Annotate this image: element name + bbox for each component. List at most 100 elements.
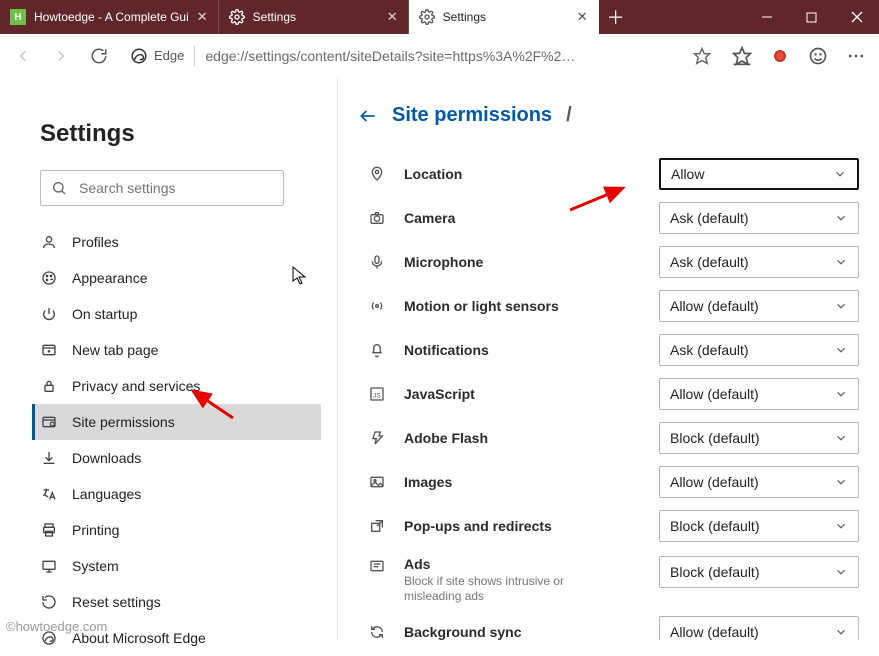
chevron-down-icon	[834, 519, 848, 533]
perm-ads: AdsBlock if site shows intrusive or misl…	[358, 548, 859, 610]
sidebar-item-site-permissions[interactable]: Site permissions	[32, 404, 321, 440]
sidebar-item-appearance[interactable]: Appearance	[32, 260, 321, 296]
sidebar-item-onstartup[interactable]: On startup	[32, 296, 321, 332]
forward-button[interactable]	[44, 39, 78, 73]
select-value: Allow (default)	[670, 624, 759, 640]
perm-label: Motion or light sensors	[404, 298, 645, 314]
select-value: Allow	[671, 166, 704, 182]
chevron-down-icon	[834, 211, 848, 225]
perm-select-javascript[interactable]: Allow (default)	[659, 378, 859, 410]
breadcrumb-link[interactable]: Site permissions	[392, 104, 552, 127]
favorite-star-icon[interactable]	[693, 47, 711, 65]
smiley-icon[interactable]	[801, 39, 835, 73]
content: Settings Profiles Appearance On startup …	[0, 78, 879, 640]
perm-select-sync[interactable]: Allow (default)	[659, 616, 859, 640]
extension-icon[interactable]	[763, 39, 797, 73]
favicon-howtoedge: H	[10, 9, 26, 25]
sidebar-item-languages[interactable]: Languages	[32, 476, 321, 512]
perm-label: JavaScript	[404, 386, 645, 402]
sidebar-item-newtab[interactable]: New tab page	[32, 332, 321, 368]
popup-icon	[358, 518, 390, 534]
perm-location: Location Allow	[358, 152, 859, 196]
url-text: edge://settings/content/siteDetails?site…	[205, 48, 683, 64]
sidebar-item-profiles[interactable]: Profiles	[32, 224, 321, 260]
new-tab-button[interactable]: ＋	[599, 0, 633, 34]
perm-select-ads[interactable]: Block (default)	[659, 556, 859, 588]
close-window-button[interactable]	[834, 0, 879, 34]
close-icon[interactable]: ✕	[197, 9, 208, 25]
perm-select-notifications[interactable]: Ask (default)	[659, 334, 859, 366]
main: Site permissions / Location Allow Camera…	[338, 78, 879, 640]
ads-icon	[358, 556, 390, 574]
back-button[interactable]	[6, 39, 40, 73]
perm-label: Pop-ups and redirects	[404, 518, 645, 534]
printer-icon	[40, 522, 58, 538]
sidebar-item-reset[interactable]: Reset settings	[32, 584, 321, 620]
perm-label: AdsBlock if site shows intrusive or misl…	[404, 556, 645, 604]
chevron-down-icon	[834, 431, 848, 445]
chevron-down-icon	[834, 343, 848, 357]
perm-select-location[interactable]: Allow	[659, 158, 859, 190]
search-settings[interactable]	[40, 170, 284, 206]
sidebar-item-printing[interactable]: Printing	[32, 512, 321, 548]
perm-select-flash[interactable]: Block (default)	[659, 422, 859, 454]
back-arrow-icon[interactable]	[358, 106, 378, 126]
refresh-button[interactable]	[82, 39, 116, 73]
close-icon[interactable]: ✕	[577, 9, 588, 25]
sidebar-item-label: Printing	[72, 522, 119, 538]
select-value: Allow (default)	[670, 298, 759, 314]
tab-settings-active[interactable]: Settings ✕	[409, 0, 599, 34]
minimize-button[interactable]	[744, 0, 789, 34]
engine-label: Edge	[154, 48, 184, 63]
sidebar-item-system[interactable]: System	[32, 548, 321, 584]
perm-javascript: JS JavaScript Allow (default)	[358, 372, 859, 416]
system-icon	[40, 558, 58, 574]
sidebar-item-label: Downloads	[72, 450, 141, 466]
sidebar-item-downloads[interactable]: Downloads	[32, 440, 321, 476]
search-icon	[51, 180, 67, 196]
tab-label: Howtoedge - A Complete Gui	[34, 10, 189, 24]
perm-label: Adobe Flash	[404, 430, 645, 446]
perm-background-sync: Background sync Allow (default)	[358, 610, 859, 640]
microphone-icon	[358, 254, 390, 270]
download-icon	[40, 450, 58, 466]
favorites-icon[interactable]	[725, 39, 759, 73]
chevron-down-icon	[833, 167, 847, 181]
perm-label: Images	[404, 474, 645, 490]
sync-icon	[358, 624, 390, 640]
select-value: Ask (default)	[670, 254, 749, 270]
address-bar[interactable]: Edge edge://settings/content/siteDetails…	[120, 39, 721, 73]
toolbar: Edge edge://settings/content/siteDetails…	[0, 34, 879, 78]
perm-select-images[interactable]: Allow (default)	[659, 466, 859, 498]
breadcrumb-separator: /	[566, 104, 572, 127]
power-icon	[40, 306, 58, 322]
perm-label-text: Ads	[404, 556, 430, 572]
tab-howtoedge[interactable]: H Howtoedge - A Complete Gui ✕	[0, 0, 219, 34]
sidebar-item-privacy[interactable]: Privacy and services	[32, 368, 321, 404]
search-input[interactable]	[77, 179, 273, 197]
perm-select-microphone[interactable]: Ask (default)	[659, 246, 859, 278]
close-icon[interactable]: ✕	[387, 9, 398, 25]
location-icon	[358, 166, 390, 182]
sidebar-item-label: New tab page	[72, 342, 158, 358]
tab-settings-1[interactable]: Settings ✕	[219, 0, 409, 34]
perm-select-popups[interactable]: Block (default)	[659, 510, 859, 542]
separator	[194, 46, 195, 66]
bell-icon	[358, 342, 390, 358]
reset-icon	[40, 594, 58, 610]
maximize-button[interactable]	[789, 0, 834, 34]
select-value: Block (default)	[670, 430, 759, 446]
perm-select-motion[interactable]: Allow (default)	[659, 290, 859, 322]
motion-icon	[358, 298, 390, 314]
perm-select-camera[interactable]: Ask (default)	[659, 202, 859, 234]
perm-label: Microphone	[404, 254, 645, 270]
more-icon[interactable]	[839, 39, 873, 73]
lock-icon	[40, 378, 58, 394]
perm-label: Background sync	[404, 624, 645, 640]
edge-icon: Edge	[130, 47, 184, 65]
perm-camera: Camera Ask (default)	[358, 196, 859, 240]
perm-popups: Pop-ups and redirects Block (default)	[358, 504, 859, 548]
sidebar: Settings Profiles Appearance On startup …	[0, 78, 338, 640]
chevron-down-icon	[834, 255, 848, 269]
sidebar-item-label: Profiles	[72, 234, 119, 250]
